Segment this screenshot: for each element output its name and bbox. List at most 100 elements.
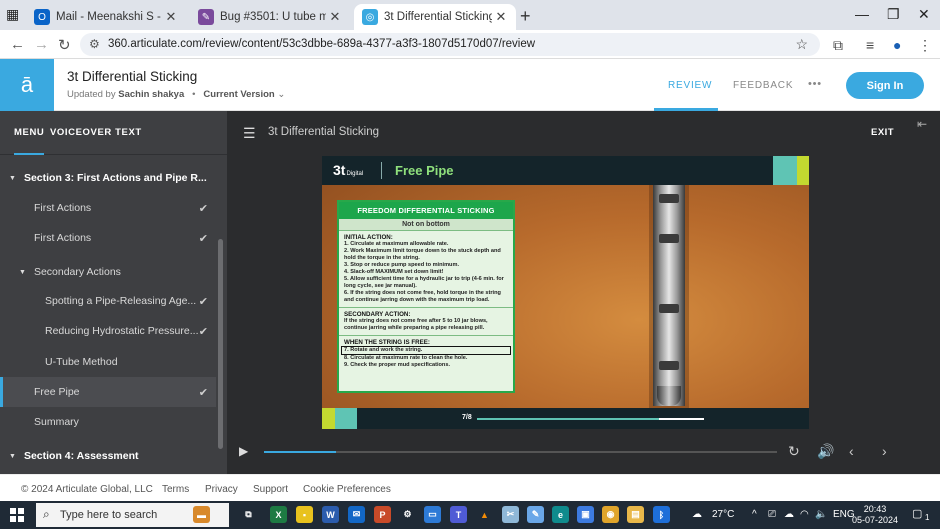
sidebar-item-first-actions[interactable]: First Actions ✔ — [0, 223, 216, 253]
weather-icon[interactable]: ☁ — [692, 509, 702, 520]
extensions-icon[interactable]: ⧉ — [833, 37, 843, 54]
sign-in-button[interactable]: Sign In — [846, 72, 924, 99]
sidebar-section-4[interactable]: ▼ Section 4: Assessment — [0, 441, 216, 471]
teams-icon[interactable]: T — [450, 506, 467, 523]
section-title: SECONDARY ACTION: — [344, 311, 411, 318]
briefcase-icon[interactable]: ▬ — [193, 506, 210, 523]
bookmark-star-icon[interactable]: ☆ — [795, 36, 808, 53]
profile-icon[interactable]: ● — [893, 37, 901, 53]
excel-icon[interactable]: X — [270, 506, 287, 523]
section-title: INITIAL ACTION: — [344, 234, 393, 241]
clock-time: 20:43 — [863, 504, 887, 514]
forward-icon[interactable]: → — [34, 36, 49, 53]
chrome-menu-icon[interactable]: ⋮ — [918, 37, 932, 54]
tray-chevron-icon[interactable]: ^ — [752, 509, 757, 520]
action-line: If the string does not come free after 5… — [344, 318, 488, 331]
sticky-notes-icon[interactable]: ▪ — [296, 506, 313, 523]
seek-bar[interactable] — [264, 451, 777, 453]
new-tab-button[interactable]: + — [520, 6, 531, 27]
nav-review[interactable]: REVIEW — [668, 80, 712, 91]
play-icon[interactable]: ▶ — [239, 444, 248, 458]
volume-icon[interactable]: 🔊 — [817, 443, 834, 460]
page-footer: © 2024 Articulate Global, LLC Terms Priv… — [0, 474, 940, 501]
file-explorer-icon[interactable]: ▤ — [627, 506, 644, 523]
settings-icon[interactable]: ⚙ — [399, 506, 416, 523]
replay-icon[interactable]: ↻ — [788, 443, 800, 460]
clock[interactable]: 20:43 05-07-2024 — [852, 504, 898, 526]
sidebar-item-first-actions[interactable]: First Actions ✔ — [0, 193, 216, 223]
tab-voiceover-text[interactable]: VOICEOVER TEXT — [50, 127, 142, 138]
word-icon[interactable]: W — [322, 506, 339, 523]
brand-small: Digital — [346, 171, 364, 177]
sidebar-item-free-pipe[interactable]: Free Pipe ✔ — [0, 377, 216, 407]
next-slide-icon[interactable]: › — [882, 443, 887, 459]
monitor-icon[interactable]: ▭ — [424, 506, 441, 523]
sidebar-item-spotting-pill[interactable]: Spotting a Pipe-Releasing Age... ✔ — [0, 286, 216, 316]
notification-icon[interactable]: ▢ — [912, 507, 922, 520]
accent-block — [335, 408, 357, 429]
version-dropdown[interactable]: Current Version — [203, 89, 274, 100]
sidebar-item-summary[interactable]: Summary — [0, 407, 216, 437]
slide-counter: 7/8 — [462, 414, 472, 421]
accent-block — [322, 408, 335, 429]
check-icon: ✔ — [198, 325, 208, 338]
accent-stripe — [797, 156, 809, 185]
sidebar-item-secondary-actions[interactable]: ▼ Secondary Actions — [0, 257, 216, 287]
maximize-button[interactable]: ❐ — [887, 6, 900, 23]
previous-slide-icon[interactable]: ‹ — [849, 443, 854, 459]
tab-articulate[interactable]: ◎ 3t Differential Sticking | Review ✕ — [354, 4, 516, 30]
collapse-panel-icon[interactable]: ⇤ — [917, 117, 927, 131]
slide-canvas: 3tDigital Free Pipe FREEDOM DIFFERENTIAL… — [322, 156, 809, 429]
task-view-icon[interactable]: ⧉ — [240, 506, 257, 523]
wifi-icon[interactable]: ◠ — [800, 509, 809, 520]
mail-icon[interactable]: ✉ — [348, 506, 365, 523]
brand-logo: 3tDigital — [333, 162, 363, 178]
media-icon[interactable]: ≡ — [866, 37, 874, 53]
tab-menu[interactable]: MENU — [14, 127, 44, 138]
bluetooth-icon[interactable]: ᛒ — [653, 506, 670, 523]
windows-start-icon[interactable] — [10, 508, 24, 522]
notepad-icon[interactable]: ✎ — [527, 506, 544, 523]
hamburger-menu-icon[interactable]: ☰ — [243, 125, 256, 142]
close-icon[interactable]: ✕ — [162, 9, 180, 25]
back-icon[interactable]: ← — [10, 36, 25, 53]
tab-bug[interactable]: ✎ Bug #3501: U tube method - 3t ✕ — [190, 4, 350, 30]
temperature-text[interactable]: 27°C — [712, 509, 734, 520]
course-player: ☰ 3t Differential Sticking EXIT ⇤ 3tDigi… — [227, 111, 940, 474]
support-link[interactable]: Support — [253, 484, 288, 495]
speaker-icon[interactable]: 🔈 — [815, 509, 827, 520]
exit-button[interactable]: EXIT — [871, 127, 894, 138]
outlook-icon: O — [34, 9, 50, 25]
cookie-preferences-link[interactable]: Cookie Preferences — [303, 484, 391, 495]
search-icon: ⌕ — [43, 507, 50, 521]
reload-icon[interactable]: ↻ — [58, 36, 71, 54]
tab-search-icon[interactable]: ▦ — [6, 6, 19, 23]
address-bar[interactable]: ⚙ 360.articulate.com/review/content/53c3… — [80, 33, 820, 56]
sidebar-item-u-tube-method[interactable]: U-Tube Method — [0, 347, 216, 377]
nav-feedback[interactable]: FEEDBACK — [733, 80, 793, 91]
edge-icon[interactable]: e — [552, 506, 569, 523]
pipe-joint — [659, 234, 679, 243]
tab-outlook[interactable]: O Mail - Meenakshi S - Outlook ✕ — [26, 4, 186, 30]
close-icon[interactable]: ✕ — [492, 9, 510, 25]
powerpoint-icon[interactable]: P — [374, 506, 391, 523]
sidebar-section-3[interactable]: ▼ Section 3: First Actions and Pipe R... — [0, 163, 216, 193]
minimize-button[interactable]: — — [855, 6, 869, 22]
sidebar-item-label: Secondary Actions — [33, 266, 121, 278]
articulate-logo-icon[interactable]: ā — [0, 59, 54, 111]
site-info-icon[interactable]: ⚙ — [89, 37, 100, 51]
chevron-down-icon[interactable]: ⌄ — [277, 89, 285, 100]
privacy-link[interactable]: Privacy — [205, 484, 238, 495]
terms-link[interactable]: Terms — [162, 484, 189, 495]
meet-now-icon[interactable]: ⎚ — [768, 509, 776, 520]
window-close-button[interactable]: ✕ — [918, 6, 930, 23]
chrome-icon[interactable]: ◉ — [602, 506, 619, 523]
store-icon[interactable]: ▣ — [577, 506, 594, 523]
sidebar-scrollbar[interactable] — [218, 239, 223, 449]
more-options-icon[interactable]: ••• — [808, 78, 822, 90]
close-icon[interactable]: ✕ — [326, 9, 344, 25]
snip-tool-icon[interactable]: ✂ — [502, 506, 519, 523]
network-icon[interactable]: ☁ — [784, 509, 794, 520]
sidebar-item-reducing-pressure[interactable]: Reducing Hydrostatic Pressure... ✔ — [0, 316, 216, 346]
vlc-icon[interactable]: ▲ — [476, 506, 493, 523]
